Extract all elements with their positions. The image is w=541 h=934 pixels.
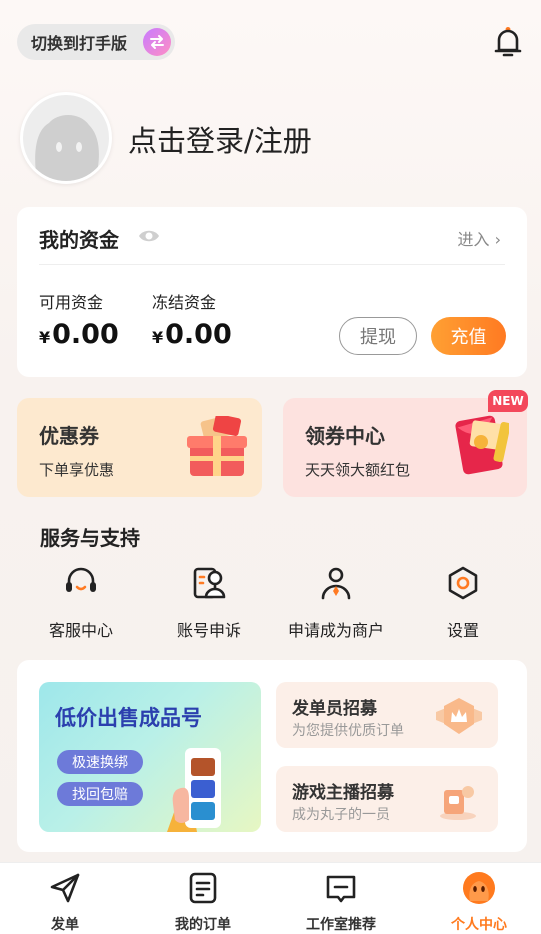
tab-personal-center[interactable]: 个人中心 bbox=[419, 871, 539, 934]
tab-label: 发单 bbox=[51, 917, 79, 933]
tab-label: 我的订单 bbox=[175, 917, 231, 933]
phone-hand-illustration bbox=[167, 734, 257, 832]
coupon-title: 优惠券 bbox=[39, 424, 99, 448]
profile-header: 点击登录/注册 bbox=[20, 92, 520, 184]
red-envelope-icon bbox=[451, 414, 511, 478]
withdraw-button[interactable]: 提现 bbox=[339, 317, 417, 355]
coupon-center-title: 领券中心 bbox=[305, 424, 385, 448]
frozen-funds-amount: ¥0.00 bbox=[152, 319, 232, 350]
top-bar: 切换到打手版 bbox=[0, 0, 541, 80]
tab-send[interactable]: 发单 bbox=[5, 871, 125, 934]
recruit-title: 游戏主播招募 bbox=[292, 783, 394, 803]
coupon-subtitle: 下单享优惠 bbox=[39, 461, 115, 479]
recharge-button[interactable]: 充值 bbox=[431, 317, 506, 355]
service-settings[interactable]: 设置 bbox=[403, 565, 523, 645]
orders-icon bbox=[186, 871, 220, 905]
switch-mode-label: 切换到打手版 bbox=[31, 34, 128, 53]
stage-icon bbox=[436, 778, 480, 822]
banner-pill: 找回包赔 bbox=[57, 782, 143, 806]
divider bbox=[39, 264, 505, 265]
funds-enter-link[interactable]: 进入 › bbox=[457, 226, 501, 250]
available-funds-amount: ¥0.00 bbox=[39, 319, 119, 350]
service-account-appeal[interactable]: 账号申诉 bbox=[149, 565, 269, 645]
profile-icon bbox=[462, 871, 496, 905]
tab-label: 工作室推荐 bbox=[306, 917, 376, 933]
account-appeal-icon bbox=[191, 565, 227, 601]
banner-title: 低价出售成品号 bbox=[55, 706, 202, 730]
avatar[interactable] bbox=[20, 92, 112, 184]
new-badge: NEW bbox=[488, 390, 528, 412]
service-label: 账号申诉 bbox=[176, 621, 241, 640]
banners-card: 低价出售成品号 极速换绑 找回包赔 发单员招募 为您提供优质订单 游戏主播招募 … bbox=[17, 660, 527, 852]
service-customer-center[interactable]: 客服中心 bbox=[21, 565, 141, 645]
switch-mode-button[interactable]: 切换到打手版 bbox=[17, 24, 175, 60]
recruit-title: 发单员招募 bbox=[292, 699, 377, 719]
recruit-subtitle: 成为丸子的一员 bbox=[292, 807, 390, 823]
sell-accounts-banner[interactable]: 低价出售成品号 极速换绑 找回包赔 bbox=[39, 682, 261, 832]
frozen-funds-label: 冻结资金 bbox=[152, 293, 217, 312]
coupon-center-subtitle: 天天领大额红包 bbox=[305, 461, 411, 479]
coupon-card[interactable]: 优惠券 下单享优惠 bbox=[17, 398, 262, 497]
recruit-subtitle: 为您提供优质订单 bbox=[292, 723, 404, 739]
funds-enter-label: 进入 bbox=[457, 230, 490, 249]
service-label: 申请成为商户 bbox=[287, 621, 384, 640]
dispatcher-recruit-banner[interactable]: 发单员招募 为您提供优质订单 bbox=[276, 682, 498, 748]
swap-icon bbox=[143, 28, 171, 56]
coupon-center-card[interactable]: 领券中心 天天领大额红包 NEW bbox=[283, 390, 528, 497]
available-funds-label: 可用资金 bbox=[39, 293, 104, 312]
crown-badge-icon bbox=[434, 694, 484, 738]
tab-studio-recommend[interactable]: 工作室推荐 bbox=[281, 871, 401, 934]
tab-my-orders[interactable]: 我的订单 bbox=[143, 871, 263, 934]
service-become-merchant[interactable]: 申请成为商户 bbox=[276, 565, 396, 645]
headset-icon bbox=[63, 565, 99, 601]
banner-pill: 极速换绑 bbox=[57, 750, 143, 774]
studio-icon bbox=[324, 871, 358, 905]
send-icon bbox=[48, 871, 82, 905]
tab-label: 个人中心 bbox=[451, 917, 507, 933]
funds-card: 我的资金 进入 › 可用资金 ¥0.00 冻结资金 ¥0.00 提现 充值 bbox=[17, 207, 527, 377]
streamer-recruit-banner[interactable]: 游戏主播招募 成为丸子的一员 bbox=[276, 766, 498, 832]
login-register-link[interactable]: 点击登录/注册 bbox=[128, 118, 312, 160]
gift-box-icon bbox=[184, 414, 248, 478]
services-title: 服务与支持 bbox=[40, 526, 140, 550]
bottom-tab-bar: 发单 我的订单 工作室推荐 个人中心 bbox=[0, 862, 541, 934]
bell-icon[interactable] bbox=[493, 26, 523, 58]
service-label: 设置 bbox=[446, 621, 479, 640]
chevron-right-icon: › bbox=[494, 230, 501, 249]
service-label: 客服中心 bbox=[48, 621, 113, 640]
settings-icon bbox=[445, 565, 481, 601]
eye-icon[interactable] bbox=[138, 227, 160, 245]
merchant-icon bbox=[318, 565, 354, 601]
funds-title: 我的资金 bbox=[39, 228, 119, 252]
